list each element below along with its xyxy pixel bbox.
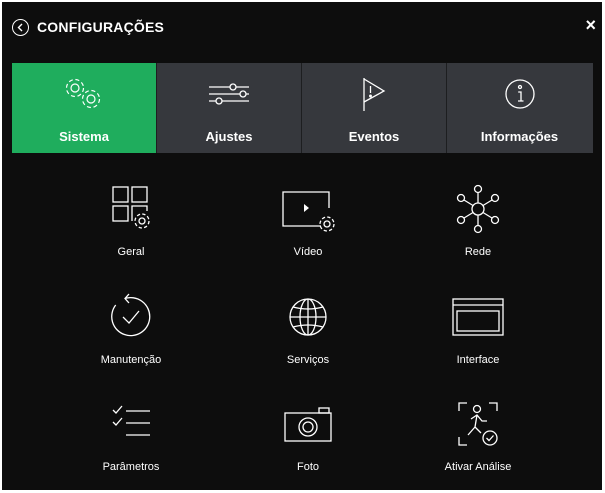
menu-item-rede-label: Rede [464, 246, 492, 258]
camera-icon [284, 407, 332, 442]
menu-item-rede[interactable]: Rede [398, 184, 558, 274]
tab-eventos-label: Eventos [348, 129, 400, 144]
menu-item-parametros[interactable]: Parâmetros [51, 399, 211, 489]
back-button[interactable] [12, 19, 29, 36]
general-settings-icon [112, 186, 150, 229]
menu-item-geral-label: Geral [117, 246, 145, 258]
tab-sistema-label: Sistema [59, 129, 109, 144]
tab-eventos[interactable]: Eventos [302, 63, 447, 153]
menu-item-parametros-label: Parâmetros [102, 461, 160, 473]
video-settings-icon [282, 191, 335, 232]
menu-item-ativar-analise[interactable]: Ativar Análise [398, 399, 558, 489]
chevron-left-icon [17, 23, 23, 32]
settings-window: CONFIGURAÇÕES × Sistema Ajustes Eventos … [2, 2, 602, 490]
info-icon [504, 79, 535, 109]
sliders-icon [209, 83, 249, 105]
tab-informacoes[interactable]: Informações [447, 63, 592, 153]
gears-icon [65, 78, 101, 109]
tab-ajustes-label: Ajustes [205, 129, 253, 144]
menu-item-manutencao[interactable]: Manutenção [51, 292, 211, 382]
menu-item-geral[interactable]: Geral [51, 184, 211, 274]
close-button[interactable]: × [585, 16, 596, 34]
category-tabs: Sistema Ajustes Eventos Informações [12, 63, 593, 153]
menu-item-interface-label: Interface [456, 354, 500, 366]
menu-item-manutencao-label: Manutenção [100, 354, 162, 366]
maintenance-icon [111, 293, 151, 337]
network-icon [456, 184, 500, 234]
interface-window-icon [452, 298, 504, 336]
title-bar: CONFIGURAÇÕES × [2, 2, 602, 50]
menu-item-interface[interactable]: Interface [398, 292, 558, 382]
window-title: CONFIGURAÇÕES [37, 19, 165, 35]
globe-icon [289, 298, 327, 336]
tab-sistema[interactable]: Sistema [12, 63, 157, 153]
tab-informacoes-label: Informações [480, 129, 559, 144]
menu-item-video[interactable]: Vídeo [228, 184, 388, 274]
menu-item-ativar-analise-label: Ativar Análise [444, 461, 512, 473]
tab-ajustes[interactable]: Ajustes [157, 63, 302, 153]
menu-item-video-label: Vídeo [293, 246, 323, 258]
checklist-icon [112, 405, 150, 436]
menu-item-foto-label: Foto [296, 461, 319, 473]
menu-item-foto[interactable]: Foto [228, 399, 388, 489]
person-analysis-icon [458, 402, 498, 446]
menu-item-servicos-label: Serviços [286, 354, 330, 366]
flag-alert-icon [363, 78, 386, 111]
menu-item-servicos[interactable]: Serviços [228, 292, 388, 382]
